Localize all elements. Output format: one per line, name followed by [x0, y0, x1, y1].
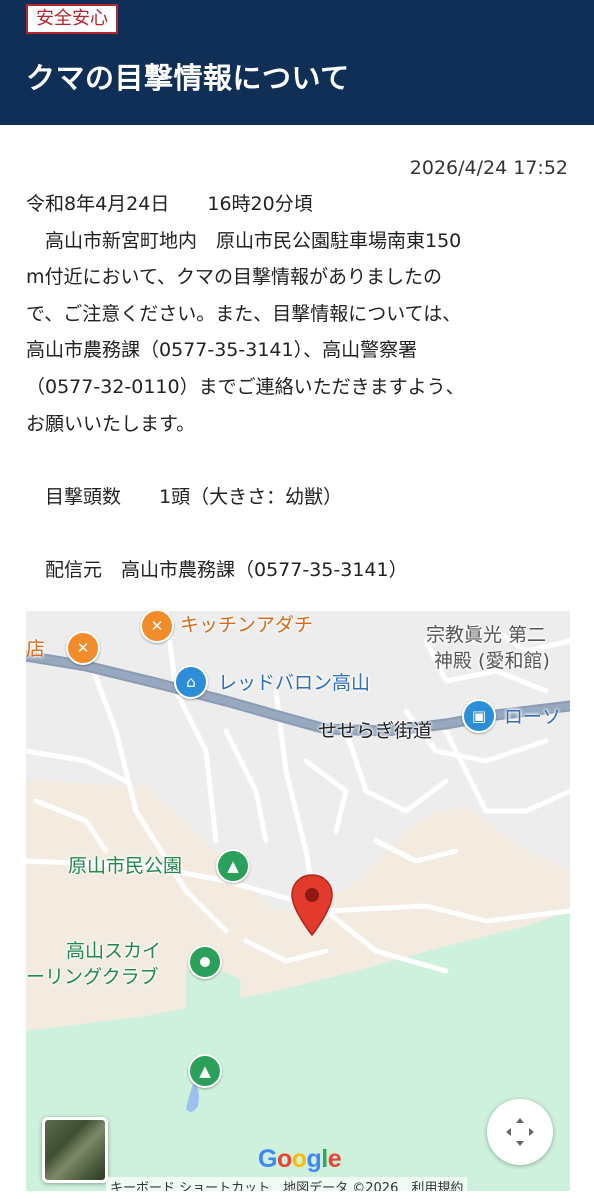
- page-header: 安全安心 クマの目撃情報について: [0, 0, 594, 125]
- body-line: （0577-32-0110）までご連絡いただきますよう、: [26, 375, 465, 398]
- restaurant-icon[interactable]: ✕: [66, 631, 100, 665]
- store-icon[interactable]: ▣: [462, 699, 496, 733]
- page-title: クマの目撃情報について: [26, 61, 350, 95]
- map-embed[interactable]: ✕ キッチンアダチ 店 ✕ ⌂ レッドバロン高山 宗教眞光 第二 神殿 (愛和館…: [26, 611, 570, 1191]
- body-line: 高山市農務課（0577-35-3141）、高山警察署: [26, 339, 418, 362]
- tree-icon[interactable]: ▲: [188, 1054, 222, 1088]
- poi-label-red-baron[interactable]: レッドバロン高山: [218, 671, 370, 695]
- poi-label-lawson[interactable]: ローソ: [504, 705, 561, 729]
- body-line: お願いいたします。: [26, 412, 196, 435]
- article-body: 令和8年4月24日 16時20分頃 高山市新宮町地内 原山市民公園駐車場南東15…: [26, 186, 572, 589]
- map-attribution[interactable]: キーボード ショートカット 地図データ ©2026 利用規約: [106, 1177, 468, 1191]
- poi-label-store-partial[interactable]: 店: [26, 637, 45, 661]
- fullscreen-icon: [506, 1118, 534, 1146]
- poi-label-religion-1[interactable]: 宗教眞光 第二: [426, 623, 546, 647]
- place-dot-icon[interactable]: [188, 945, 222, 979]
- body-line: 高山市新宮町地内 原山市民公園駐車場南東150: [26, 229, 462, 252]
- poi-label-sky-1[interactable]: 高山スカイ: [66, 939, 161, 963]
- body-line: m付近において、クマの目撃情報がありましたの: [26, 266, 442, 289]
- fullscreen-button[interactable]: [487, 1099, 553, 1165]
- category-badge: 安全安心: [26, 4, 118, 34]
- poi-label-sky-2[interactable]: ーリングクラブ: [26, 965, 159, 989]
- body-line: 目撃頭数 1頭（大きさ：幼獣）: [26, 485, 343, 508]
- tree-icon[interactable]: ▲: [216, 849, 250, 883]
- map-pin-icon[interactable]: [290, 873, 334, 937]
- google-logo: Google: [258, 1145, 342, 1173]
- post-timestamp: 2026/4/24 17:52: [409, 157, 568, 179]
- body-line: 令和8年4月24日 16時20分頃: [26, 193, 313, 215]
- body-line: で、ご注意ください。また、目撃情報については、: [26, 302, 462, 325]
- poi-label-religion-2[interactable]: 神殿 (愛和館): [434, 649, 550, 673]
- satellite-toggle-button[interactable]: [42, 1117, 108, 1183]
- shopping-bag-icon[interactable]: ⌂: [174, 665, 208, 699]
- road-label-seseragi: せせらぎ街道: [318, 720, 433, 742]
- body-line: 配信元 高山市農務課（0577-35-3141）: [26, 558, 408, 581]
- poi-label-park[interactable]: 原山市民公園: [68, 854, 182, 878]
- poi-label-kitchen[interactable]: キッチンアダチ: [180, 613, 313, 637]
